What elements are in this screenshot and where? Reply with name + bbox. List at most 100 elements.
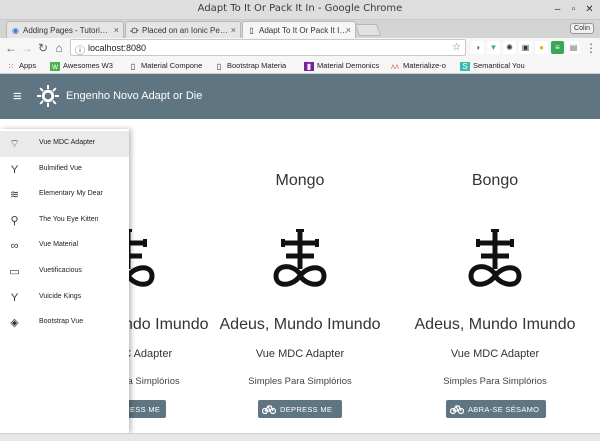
extension-icon[interactable]: ✺ — [503, 41, 516, 54]
tab-ionic[interactable]: ⛮ Placed on an Ionic Pe… × — [125, 21, 241, 38]
laptop-icon: ▭ — [9, 266, 20, 278]
reload-icon[interactable]: ↻ — [36, 41, 50, 55]
forward-icon[interactable]: → — [20, 41, 34, 55]
maximize-icon[interactable]: ▫ — [567, 3, 580, 16]
page-icon: ▯ — [216, 62, 222, 71]
tab-strip: ◉ Adding Pages - Tutori… × ⛮ Placed on a… — [0, 20, 600, 38]
drawer-item-vuetificacious[interactable]: ▭ Vuetificacious — [0, 259, 129, 285]
menu-kebab-icon[interactable]: ⋮ — [584, 41, 598, 55]
hamburger-menu-icon[interactable]: ≡ — [13, 88, 22, 105]
card-heading: Adeus, Mundo Imundo — [414, 316, 576, 333]
drawer-item-vuicide-kings[interactable]: Y Vuicide Kings — [0, 285, 129, 311]
tab-label: Placed on an Ionic Pe… — [142, 26, 228, 35]
bookmark-star-icon[interactable]: ☆ — [452, 42, 461, 53]
bookmark-label: Semantical You — [473, 61, 525, 70]
tab-close-icon[interactable]: × — [231, 25, 236, 35]
bookmark-item[interactable]: ▯ Material Compone — [128, 61, 202, 71]
bookmark-label: Material Demonics — [317, 61, 380, 70]
browser-toolbar: ← → ↻ ⌂ ⓘ localhost:8080 ☆ ◑ ▼ ✺ ▣ ● ≡ ▤… — [0, 38, 600, 58]
profile-badge[interactable]: Colin — [570, 23, 594, 34]
window-bottom-edge — [0, 433, 600, 441]
drawer-item-label: Bulmified Vue — [39, 165, 82, 172]
page-icon: ▯ — [130, 62, 136, 71]
button-label: DEPRESS ME — [280, 404, 333, 414]
bookmark-item[interactable]: ▯ Bootstrap Materia — [214, 61, 286, 71]
extension-icon[interactable]: ▤ — [567, 41, 580, 54]
sulfur-glyph-icon — [468, 229, 522, 287]
bookmark-label: Material Compone — [141, 61, 203, 70]
globe-icon: ◉ — [12, 26, 19, 35]
bookmark-label: Awesomes W3 — [63, 61, 113, 70]
tab-close-icon[interactable]: × — [114, 25, 119, 35]
depress-me-button[interactable]: DEPRESS ME — [258, 400, 342, 418]
card-subtitle: Vue MDC Adapter — [255, 348, 345, 360]
card-title: Mongo — [275, 172, 325, 189]
ionic-icon: ⛮ — [130, 26, 139, 35]
bookmark-item[interactable]: ⁙ Apps — [6, 61, 36, 71]
extension-icon[interactable]: ≡ — [551, 41, 564, 54]
w3-icon: w — [50, 62, 60, 71]
tab-adding-pages[interactable]: ◉ Adding Pages - Tutori… × — [6, 21, 124, 38]
url-text: localhost:8080 — [88, 43, 147, 53]
bicycle-icon — [262, 405, 276, 414]
cocktail-icon: Y — [10, 292, 19, 304]
home-icon[interactable]: ⌂ — [52, 41, 66, 55]
address-bar[interactable]: ⓘ localhost:8080 ☆ — [70, 39, 466, 57]
drawer-item-the-you-eye-kitten[interactable]: ⚲ The You Eye Kitten — [0, 208, 129, 234]
window-titlebar: Adapt To It Or Pack It In - Google Chrom… — [0, 0, 600, 20]
bookmark-item[interactable]: ▮ Material Demonics — [304, 61, 379, 71]
tab-adapt[interactable]: ▯ Adapt To It Or Pack It I… × — [242, 21, 356, 38]
drawer-item-vue-mdc-adapter[interactable]: ⌔ Vue MDC Adapter — [0, 131, 129, 157]
tab-label: Adding Pages - Tutori… — [23, 26, 108, 35]
drawer-item-label: Bootstrap Vue — [39, 318, 84, 325]
drawer-item-label: The You Eye Kitten — [39, 216, 99, 223]
page-icon: ▯ — [249, 26, 254, 35]
card: Mongo Adeus, Mundo Imundo Vue MDC Adapte… — [205, 119, 395, 433]
drawer-item-label: Elementary My Dear — [39, 190, 103, 197]
drawer-item-bootstrap-vue[interactable]: ◈ Bootstrap Vue — [0, 310, 129, 336]
abra-se-sesamo-button[interactable]: ABRA-SE SÉSAMO — [446, 400, 546, 418]
extension-icon[interactable]: ◑ — [471, 41, 484, 54]
waves-icon: ≋ — [9, 189, 20, 201]
extension-icon[interactable]: ● — [535, 41, 548, 54]
sun-gear-logo-icon — [37, 85, 59, 107]
card-text: Simples Para Simplórios — [248, 376, 352, 387]
tab-label: Adapt To It Or Pack It I… — [259, 26, 348, 35]
running-icon: ⚲ — [10, 215, 19, 227]
infinity-icon: ∞ — [10, 240, 19, 252]
window-controls: – ▫ ✕ — [551, 3, 596, 16]
tab-close-icon[interactable]: × — [346, 25, 351, 35]
materialize-icon: ʌʌ — [391, 62, 399, 71]
drawer-item-label: Vuicide Kings — [39, 293, 82, 300]
app-title: Engenho Novo Adapt or Die — [66, 90, 203, 102]
bookmark-label: Apps — [19, 61, 37, 70]
material-icon: ▮ — [304, 62, 314, 71]
card-title: Bongo — [471, 172, 519, 189]
sulfur-glyph-icon — [273, 229, 327, 287]
drawer-item-label: Vue Material — [39, 241, 79, 248]
info-icon[interactable]: ⓘ — [75, 42, 85, 57]
vue-devtools-icon[interactable]: ▼ — [487, 41, 500, 54]
bookmarks-bar: ⁙ Apps w Awesomes W3 ▯ Material Compone ▯ Bo… — [0, 58, 600, 74]
card-heading: Adeus, Mundo Imundo — [219, 316, 381, 333]
drawer-item-label: Vuetificacious — [39, 267, 82, 274]
card-subtitle: Vue MDC Adapter — [450, 348, 540, 360]
bookmark-item[interactable]: S Semantical You — [460, 61, 525, 71]
new-tab-button[interactable] — [354, 24, 382, 36]
close-icon[interactable]: ✕ — [583, 3, 596, 16]
button-label: ABRA-SE SÉSAMO — [468, 404, 540, 414]
bookmark-item[interactable]: ʌʌ Materialize-o — [390, 61, 446, 71]
navigation-drawer: ⌔ Vue MDC Adapter Y Bulmified Vue ≋ Elem… — [0, 129, 129, 433]
drawer-item-vue-material[interactable]: ∞ Vue Material — [0, 233, 129, 259]
drawer-item-label: Vue MDC Adapter — [39, 139, 96, 146]
drawer-item-elementary-my-dear[interactable]: ≋ Elementary My Dear — [0, 182, 129, 208]
back-icon[interactable]: ← — [4, 41, 18, 55]
window-title: Adapt To It Or Pack It In - Google Chrom… — [197, 3, 403, 14]
card-text: Simples Para Simplórios — [443, 376, 547, 387]
card: Bongo Adeus, Mundo Imundo Vue MDC Adapte… — [400, 119, 590, 433]
bookmark-item[interactable]: w Awesomes W3 — [50, 61, 113, 71]
extension-icon[interactable]: ▣ — [519, 41, 532, 54]
minimize-icon[interactable]: – — [551, 3, 564, 16]
drawer-item-bulmified-vue[interactable]: Y Bulmified Vue — [0, 157, 129, 183]
app-toolbar: ≡ Engenho Novo Adapt or Die — [0, 74, 600, 119]
